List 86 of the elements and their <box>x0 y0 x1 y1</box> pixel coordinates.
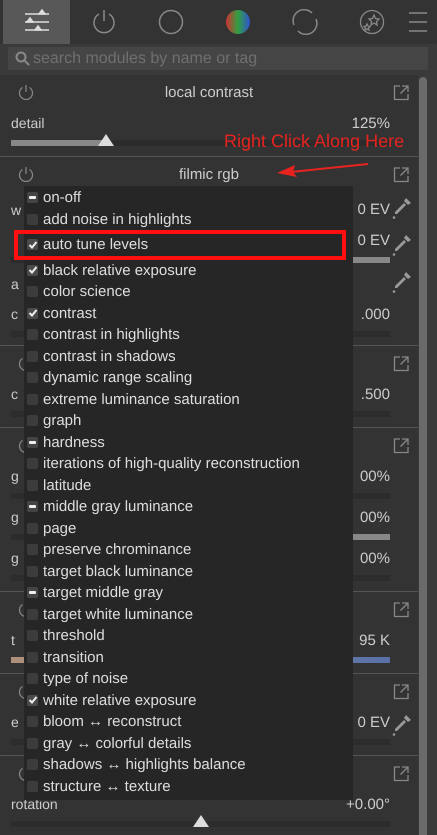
slider-label: e <box>11 714 19 730</box>
menu-item[interactable]: hardness <box>24 432 353 453</box>
slider-label: rotation <box>11 796 58 812</box>
slider-value: 00% <box>360 468 390 484</box>
menu-item[interactable]: contrast <box>24 302 353 324</box>
expand-icon[interactable] <box>393 600 410 618</box>
module-title[interactable]: local contrast <box>164 84 254 100</box>
menu-item[interactable]: black relative exposure <box>24 260 353 281</box>
color-circle-icon <box>224 9 250 35</box>
menu-item[interactable]: threshold <box>24 625 353 646</box>
menu-item[interactable]: shadows ↔ highlights balance <box>24 754 353 776</box>
menu-item[interactable]: add noise in highlights <box>24 208 353 230</box>
menu-item[interactable]: transition <box>24 646 353 668</box>
checkbox[interactable] <box>27 239 38 250</box>
slider-value: .500 <box>360 386 390 402</box>
rotate-icon <box>290 9 320 35</box>
checkbox[interactable] <box>27 501 38 512</box>
slider-label: detail <box>11 115 44 131</box>
slider-thumb[interactable] <box>98 134 114 146</box>
slider-thumb[interactable] <box>192 815 208 827</box>
slider-value: +0.00° <box>346 796 390 812</box>
eyedropper-icon[interactable] <box>392 234 412 256</box>
menu-item[interactable]: dynamic range scaling <box>24 367 353 388</box>
menu-item[interactable]: target white luminance <box>24 604 353 625</box>
power-icon[interactable] <box>18 84 34 100</box>
slider-value: 95 K <box>359 632 390 648</box>
menu-item[interactable]: structure ↔ texture <box>24 776 353 797</box>
circle-icon <box>158 9 184 35</box>
slider-value: 0 EV <box>357 714 390 730</box>
checkbox[interactable] <box>27 264 38 276</box>
expand-icon[interactable] <box>393 764 410 782</box>
module-group-tab[interactable] <box>3 0 70 44</box>
expand-icon[interactable] <box>393 354 410 372</box>
expand-icon[interactable] <box>393 84 410 100</box>
menu-item[interactable]: contrast in highlights <box>24 324 353 346</box>
slider-label: c <box>11 306 18 322</box>
slider-label: t <box>11 632 15 648</box>
expand-icon[interactable] <box>393 682 410 700</box>
annotation-text: Right Click Along Here <box>224 131 404 152</box>
checkbox[interactable] <box>27 308 38 319</box>
eyedropper-icon[interactable] <box>392 271 412 293</box>
slider-label: c <box>11 386 18 402</box>
menu-item[interactable]: latitude <box>24 474 353 496</box>
slider-value: 00% <box>360 508 390 526</box>
menu-item[interactable]: type of noise <box>24 668 353 690</box>
slider-value: 00% <box>360 550 390 566</box>
slider-label: g <box>11 509 19 525</box>
menu-item[interactable]: middle gray luminance <box>24 496 353 518</box>
menu-item[interactable]: bloom ↔ reconstruct <box>24 711 353 732</box>
menu-item[interactable]: on-off <box>24 187 353 208</box>
checkbox[interactable] <box>27 587 38 598</box>
menu-item[interactable]: auto tune levels <box>24 234 353 256</box>
slider-value: 125% <box>352 114 390 132</box>
slider-label: g <box>11 550 19 566</box>
menu-item[interactable]: target middle gray <box>24 582 353 604</box>
eyedropper-icon[interactable] <box>392 714 412 736</box>
menu-item[interactable]: target black luminance <box>24 560 353 582</box>
checkbox[interactable] <box>27 436 38 448</box>
menu-icon[interactable] <box>409 11 427 33</box>
slider-track[interactable] <box>11 815 390 827</box>
menu-item[interactable]: contrast in shadows <box>24 346 353 367</box>
checkbox[interactable] <box>27 192 38 204</box>
expand-icon[interactable] <box>393 436 410 454</box>
menu-item[interactable]: page <box>24 518 353 539</box>
search-icon <box>15 51 30 66</box>
menu-item[interactable]: white relative exposure <box>24 690 353 711</box>
slider-value: .000 <box>360 306 390 322</box>
checkbox[interactable] <box>27 694 38 706</box>
power-icon <box>90 9 116 35</box>
slider-value: 0 EV <box>357 201 390 218</box>
slider-label: w <box>11 202 22 218</box>
module-title[interactable]: filmic rgb <box>178 166 239 182</box>
power-icon[interactable] <box>18 166 34 182</box>
menu-item[interactable]: iterations of high-quality reconstruction <box>24 453 353 474</box>
menu-item[interactable]: color science <box>24 281 353 302</box>
menu-item[interactable]: graph <box>24 410 353 432</box>
menu-item[interactable]: extreme luminance saturation <box>24 388 353 410</box>
menu-item[interactable]: gray ↔ colorful details <box>24 732 353 754</box>
slider-label: g <box>11 468 19 484</box>
eyedropper-icon[interactable] <box>392 197 412 219</box>
expand-icon[interactable] <box>393 166 410 182</box>
scrollbar[interactable] <box>419 77 427 835</box>
slider-label: a <box>11 276 19 292</box>
slider-value: 0 EV <box>357 232 390 248</box>
stars-icon <box>358 9 384 35</box>
menu-item[interactable]: preserve chrominance <box>24 539 353 560</box>
